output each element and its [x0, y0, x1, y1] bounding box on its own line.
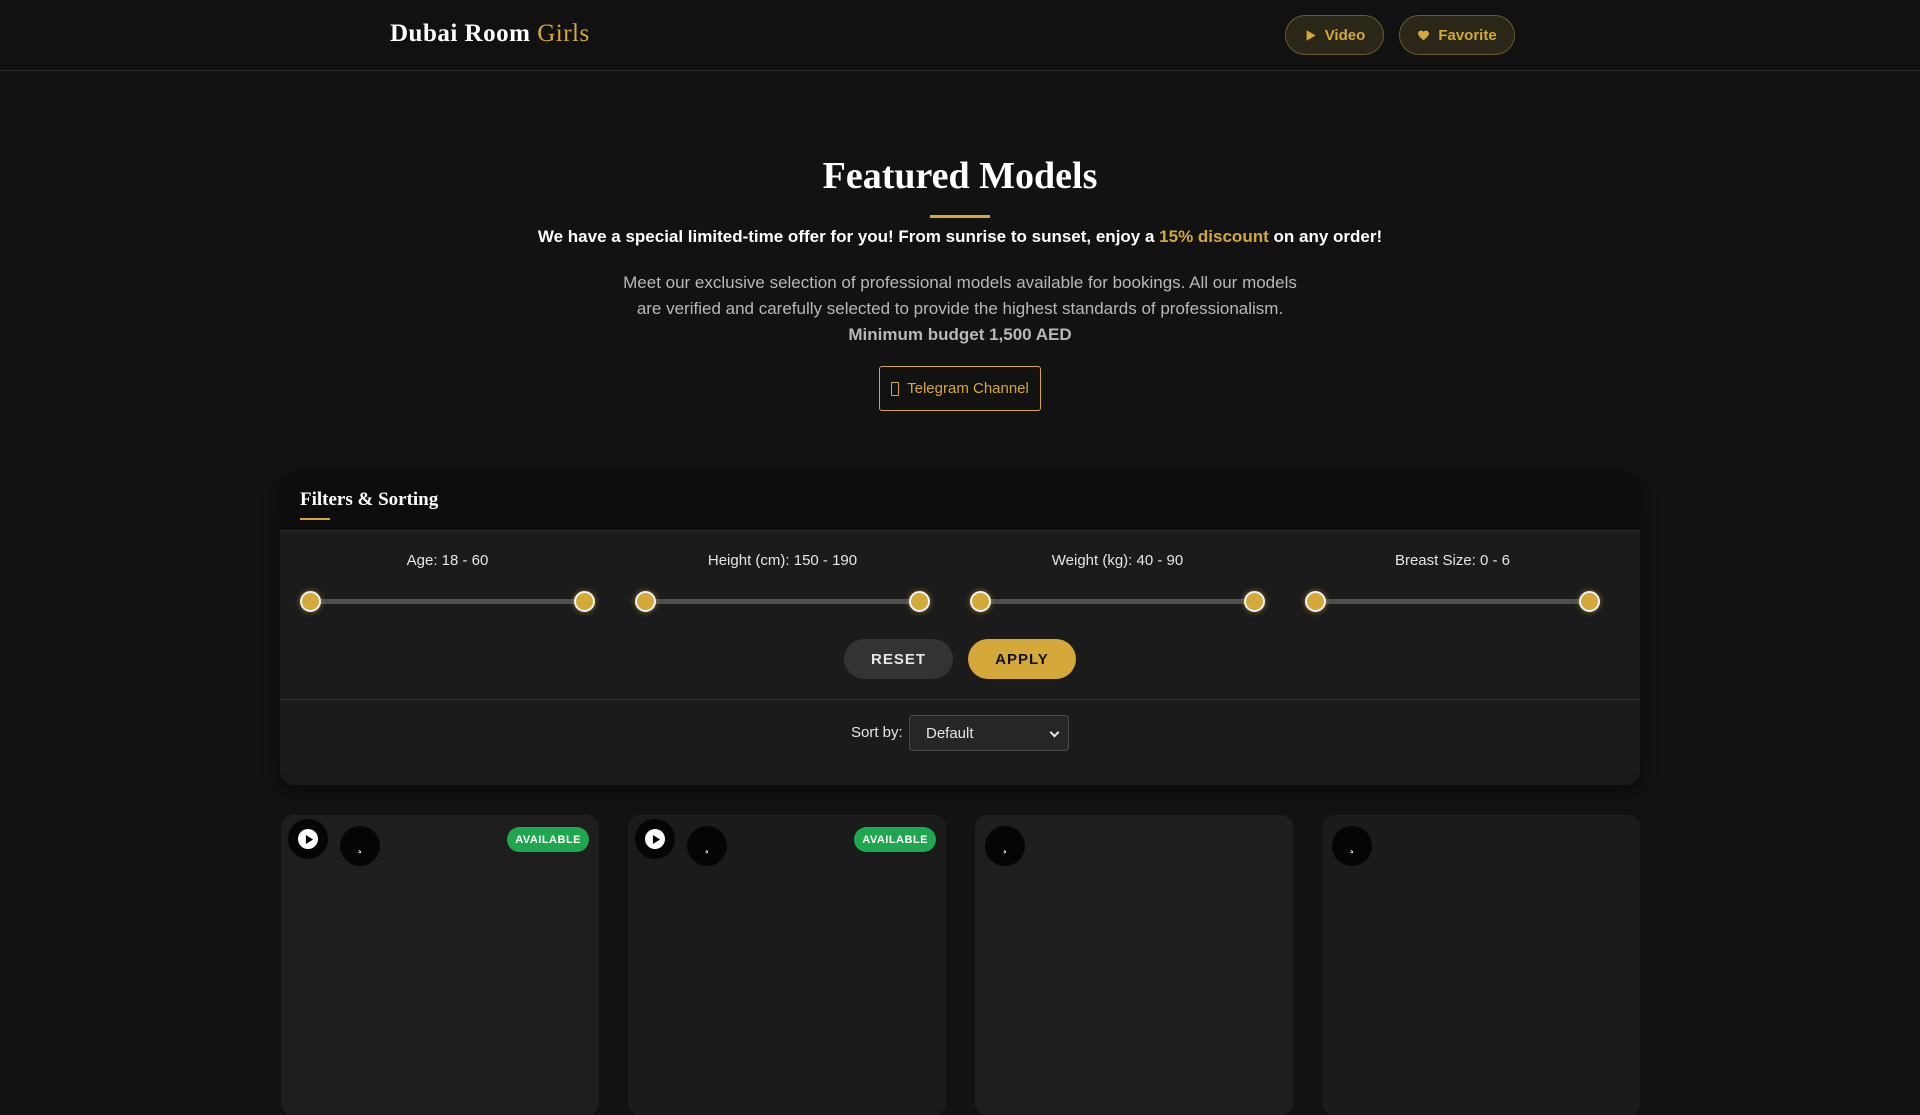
breast-size-min-handle[interactable]	[1305, 591, 1326, 612]
offer-after: on any order!	[1273, 227, 1383, 246]
offer-text: We have a special limited-time offer for…	[0, 227, 1920, 247]
weight-max-handle[interactable]	[1244, 591, 1265, 612]
model-card[interactable]: ¸ AVAILABLE	[628, 815, 946, 1115]
favorite-toggle[interactable]: ¸	[985, 826, 1025, 866]
age-min-handle[interactable]	[300, 591, 321, 612]
model-card[interactable]: ¸	[975, 815, 1293, 1115]
height-slider-label: Height (cm): 150 - 190	[707, 552, 858, 569]
play-icon	[652, 834, 660, 844]
favorite-toggle[interactable]: ¸	[1332, 826, 1372, 866]
height-slider[interactable]: Height (cm): 150 - 190	[635, 472, 930, 612]
offer-discount: 15% discount	[1159, 227, 1269, 246]
weight-slider-range	[980, 599, 1254, 604]
age-slider[interactable]: Age: 18 - 60	[300, 472, 595, 612]
telegram-label: Telegram Channel	[907, 380, 1029, 397]
chevron-down-icon	[1049, 727, 1060, 738]
reset-button[interactable]: RESET	[844, 639, 953, 679]
favorite-toggle[interactable]: ¸	[340, 826, 380, 866]
brand-accent: Girls	[537, 20, 590, 47]
favorite-button[interactable]: Favorite	[1399, 15, 1515, 55]
offer-before: We have a special limited-time offer for…	[537, 227, 1155, 246]
status-badge: AVAILABLE	[854, 827, 936, 852]
weight-slider-label: Weight (kg): 40 - 90	[1051, 552, 1184, 569]
sort-select[interactable]: Default	[909, 715, 1069, 751]
description-text: Meet our exclusive selection of professi…	[623, 273, 1297, 318]
telegram-icon	[891, 381, 900, 396]
video-button[interactable]: Video	[1285, 15, 1384, 55]
top-bar: Dubai Room Girls Video Favorite	[0, 0, 1920, 71]
filters-panel: Filters & Sorting Age: 18 - 60 Height (c…	[280, 472, 1640, 785]
age-max-handle[interactable]	[574, 591, 595, 612]
status-badge: AVAILABLE	[507, 827, 589, 852]
height-min-handle[interactable]	[635, 591, 656, 612]
favorite-toggle[interactable]: ¸	[687, 826, 727, 866]
brand-main: Dubai Room	[390, 20, 531, 47]
height-slider-range	[645, 599, 919, 604]
video-play-button[interactable]	[288, 819, 328, 859]
breast-size-slider-range	[1315, 599, 1589, 604]
title-underline	[930, 215, 990, 218]
height-max-handle[interactable]	[909, 591, 930, 612]
panel-divider	[280, 699, 1640, 700]
sort-label: Sort by:	[851, 724, 903, 741]
breast-size-slider-label: Breast Size: 0 - 6	[1394, 552, 1511, 569]
model-card[interactable]: ¸ AVAILABLE	[281, 815, 599, 1115]
video-button-label: Video	[1324, 26, 1366, 44]
telegram-channel-button[interactable]: Telegram Channel	[879, 366, 1041, 411]
hero-description: Meet our exclusive selection of professi…	[620, 270, 1300, 348]
breast-size-max-handle[interactable]	[1579, 591, 1600, 612]
play-icon	[305, 834, 313, 844]
weight-slider[interactable]: Weight (kg): 40 - 90	[970, 472, 1265, 612]
age-slider-range	[310, 599, 584, 604]
breast-size-slider[interactable]: Breast Size: 0 - 6	[1305, 472, 1600, 612]
age-slider-label: Age: 18 - 60	[406, 552, 489, 569]
video-play-button[interactable]	[635, 819, 675, 859]
play-icon	[1306, 29, 1316, 41]
brand-logo[interactable]: Dubai Room Girls	[390, 20, 590, 48]
minimum-budget: Minimum budget 1,500 AED	[848, 325, 1072, 344]
page-title: Featured Models	[822, 155, 1098, 197]
sort-selected-value: Default	[926, 724, 974, 742]
favorite-button-label: Favorite	[1438, 26, 1497, 44]
model-card[interactable]: ¸	[1322, 815, 1640, 1115]
heart-icon	[1418, 30, 1430, 40]
weight-min-handle[interactable]	[970, 591, 991, 612]
apply-button[interactable]: APPLY	[968, 639, 1076, 679]
